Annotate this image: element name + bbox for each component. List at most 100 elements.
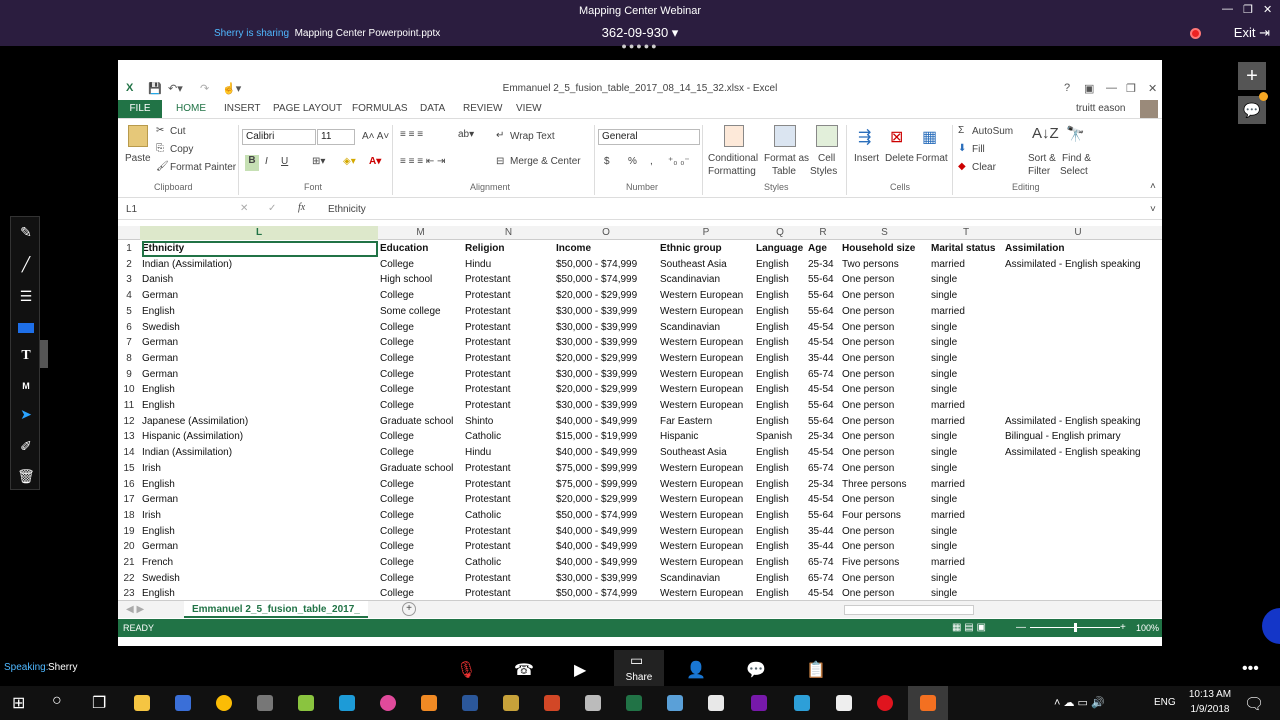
table-cell[interactable]: German	[142, 539, 378, 555]
search-icon[interactable]: ○	[52, 692, 62, 710]
table-cell[interactable]: Western European	[660, 508, 754, 524]
merge-center-button[interactable]: Merge & Center	[510, 156, 581, 167]
insert-cells-icon[interactable]: ⇶	[858, 127, 871, 147]
table-cell[interactable]: 45-54	[808, 320, 840, 336]
grow-font-icon[interactable]: A˄ A˅	[362, 131, 389, 142]
table-cell[interactable]: Bilingual - English primary	[1005, 429, 1158, 445]
row-number[interactable]: 7	[118, 335, 140, 351]
table-cell[interactable]: Scandinavian	[660, 571, 754, 587]
copy-icon[interactable]: ⎘	[156, 143, 164, 154]
table-cell[interactable]: Protestant	[465, 304, 554, 320]
row-number[interactable]: 20	[118, 539, 140, 555]
table-cell[interactable]: single	[931, 539, 1003, 555]
table-cell[interactable]: $50,000 - $74,999	[556, 508, 658, 524]
table-cell[interactable]: Protestant	[465, 492, 554, 508]
table-cell[interactable]: $75,000 - $99,999	[556, 461, 658, 477]
table-cell[interactable]: 45-54	[808, 335, 840, 351]
column-header[interactable]: O	[554, 226, 658, 240]
media-player-icon[interactable]	[708, 695, 724, 711]
table-cell[interactable]: Shinto	[465, 414, 554, 430]
row-number[interactable]: 21	[118, 555, 140, 571]
format-painter-icon[interactable]: 🖌	[156, 161, 169, 172]
zoom-in-icon[interactable]: +	[1120, 622, 1126, 633]
opera-icon[interactable]	[877, 695, 893, 711]
fill-color-icon[interactable]: ◈▾	[343, 156, 356, 167]
marker-icon[interactable]: M	[15, 375, 37, 397]
find-select-button[interactable]: Find &	[1062, 153, 1091, 164]
row-number[interactable]: 9	[118, 367, 140, 383]
share-button[interactable]: ▭ Share	[614, 650, 664, 686]
table-cell[interactable]: College	[380, 367, 463, 383]
more-options-icon[interactable]: •••	[1242, 660, 1259, 678]
table-cell[interactable]: Protestant	[465, 335, 554, 351]
table-cell[interactable]: Assimilated - English speaking	[1005, 445, 1158, 461]
table-cell[interactable]: English	[756, 555, 806, 571]
table-cell[interactable]: One person	[842, 429, 929, 445]
cancel-icon[interactable]: ✕	[240, 203, 248, 214]
table-cell[interactable]: One person	[842, 539, 929, 555]
table-cell[interactable]: One person	[842, 320, 929, 336]
header-cell[interactable]: Ethnicity	[142, 241, 378, 257]
table-cell[interactable]: College	[380, 320, 463, 336]
row-number[interactable]: 2	[118, 257, 140, 273]
wrap-text-button[interactable]: Wrap Text	[510, 131, 555, 142]
table-cell[interactable]: Japanese (Assimilation)	[142, 414, 378, 430]
table-cell[interactable]: Western European	[660, 335, 754, 351]
table-cell[interactable]: Swedish	[142, 320, 378, 336]
table-cell[interactable]: 35-44	[808, 539, 840, 555]
table-cell[interactable]: $40,000 - $49,999	[556, 445, 658, 461]
table-cell[interactable]: married	[931, 508, 1003, 524]
minimize-icon[interactable]: —	[1106, 82, 1117, 94]
table-cell[interactable]: French	[142, 555, 378, 571]
windows-start-icon[interactable]: ⊞	[12, 693, 25, 713]
table-cell[interactable]: $20,000 - $29,999	[556, 351, 658, 367]
restore-icon[interactable]: ❐	[1243, 3, 1253, 16]
cell-styles-icon[interactable]	[816, 125, 838, 147]
app-icon[interactable]	[380, 695, 396, 711]
table-cell[interactable]: Swedish	[142, 571, 378, 587]
column-header[interactable]: L	[140, 226, 378, 240]
row-number[interactable]: 14	[118, 445, 140, 461]
app-icon[interactable]	[667, 695, 683, 711]
table-cell[interactable]: One person	[842, 351, 929, 367]
table-cell[interactable]: College	[380, 524, 463, 540]
table-cell[interactable]: English	[142, 304, 378, 320]
table-cell[interactable]: English	[756, 304, 806, 320]
table-cell[interactable]: married	[931, 398, 1003, 414]
table-cell[interactable]: One person	[842, 414, 929, 430]
table-cell[interactable]: Western European	[660, 304, 754, 320]
exit-button[interactable]: Exit ⇥	[1234, 25, 1270, 41]
table-cell[interactable]: English	[142, 382, 378, 398]
table-cell[interactable]: 45-54	[808, 492, 840, 508]
column-header[interactable]: S	[840, 226, 929, 240]
table-cell[interactable]: $30,000 - $39,999	[556, 304, 658, 320]
horizontal-scrollbar[interactable]	[844, 605, 974, 615]
formula-input[interactable]: Ethnicity	[328, 204, 1128, 215]
app-icon[interactable]	[503, 695, 519, 711]
minimize-icon[interactable]: —	[1222, 3, 1233, 15]
toolbar-collapse-handle[interactable]	[40, 340, 48, 368]
table-cell[interactable]: 65-74	[808, 367, 840, 383]
table-cell[interactable]: single	[931, 492, 1003, 508]
paste-button[interactable]: Paste	[125, 153, 151, 164]
onenote-icon[interactable]	[751, 695, 767, 711]
row-number[interactable]: 22	[118, 571, 140, 587]
table-cell[interactable]: $50,000 - $74,999	[556, 257, 658, 273]
app-icon[interactable]	[794, 695, 810, 711]
table-cell[interactable]: Western European	[660, 367, 754, 383]
table-cell[interactable]: Protestant	[465, 524, 554, 540]
format-as-table-icon[interactable]	[774, 125, 796, 147]
table-cell[interactable]: Some college	[380, 304, 463, 320]
table-cell[interactable]: English	[756, 398, 806, 414]
table-cell[interactable]: English	[756, 461, 806, 477]
line-icon[interactable]: ╱	[15, 253, 37, 275]
expand-formula-icon[interactable]: ˅	[1150, 204, 1156, 215]
underline-button[interactable]: U	[281, 156, 288, 167]
clock-date[interactable]: 1/9/2018	[1186, 704, 1234, 715]
table-cell[interactable]: 65-74	[808, 461, 840, 477]
conditional-formatting-icon[interactable]	[724, 125, 744, 147]
table-cell[interactable]: Two persons	[842, 257, 929, 273]
table-cell[interactable]: Assimilated - English speaking	[1005, 257, 1158, 273]
table-cell[interactable]: College	[380, 571, 463, 587]
table-cell[interactable]: 65-74	[808, 555, 840, 571]
